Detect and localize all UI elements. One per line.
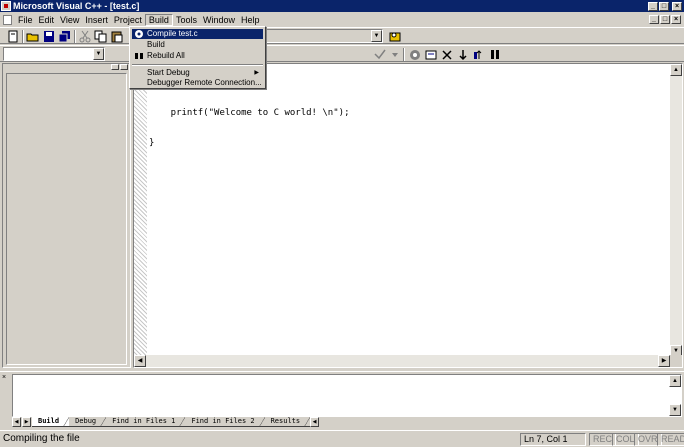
submenu-arrow-icon: ▶: [254, 70, 259, 76]
scroll-up-icon[interactable]: ▲: [669, 375, 681, 387]
menu-help[interactable]: Help: [238, 14, 263, 26]
copy-icon[interactable]: [94, 30, 108, 43]
horizontal-scrollbar[interactable]: ◀ ▶: [134, 355, 670, 367]
status-bar: Compiling the file Ln 7, Col 1 REC COL O…: [0, 430, 684, 447]
find-combo[interactable]: ▼: [250, 29, 383, 43]
paste-icon[interactable]: [110, 30, 124, 43]
tab-scroll-icon[interactable]: ◀: [310, 417, 320, 427]
output-tabs: ◀ ▶ Build Debug Find in Files 1 Find in …: [12, 417, 320, 428]
dropdown-arrow-icon[interactable]: [388, 48, 402, 61]
menu-compile-label: Compile test.c: [147, 29, 198, 38]
scroll-corner: [670, 355, 682, 367]
wizard-action-icon[interactable]: [373, 48, 387, 61]
new-file-icon[interactable]: [6, 30, 20, 43]
compile-icon[interactable]: [408, 48, 422, 61]
menu-window[interactable]: Window: [200, 14, 238, 26]
build-menu-dropdown: Compile test.c Build Rebuild All Start D…: [129, 26, 266, 89]
document-icon[interactable]: [3, 14, 12, 25]
menu-build-label: Build: [147, 40, 165, 49]
save-all-icon[interactable]: [58, 30, 72, 43]
close-button[interactable]: ×: [672, 1, 682, 11]
workspace-close-button[interactable]: [120, 64, 128, 70]
menu-tools[interactable]: Tools: [173, 14, 200, 26]
doc-restore-button[interactable]: □: [660, 15, 670, 24]
execute-icon[interactable]: [456, 48, 470, 61]
cut-icon[interactable]: [78, 30, 92, 43]
workspace-panel: [2, 63, 131, 368]
close-icon[interactable]: ×: [2, 374, 10, 381]
menu-edit[interactable]: Edit: [36, 14, 58, 26]
title-bar: Microsoft Visual C++ - [test.c] _ □ ×: [0, 0, 684, 12]
toolbar-separator: [22, 30, 24, 43]
toolbar-separator: [403, 48, 405, 61]
workspace-restore-button[interactable]: [111, 64, 119, 70]
status-read: READ: [657, 433, 684, 446]
find-in-files-icon[interactable]: [388, 30, 402, 43]
code-line[interactable]: printf("Welcome to C world! \n");: [149, 108, 350, 118]
workspace-tree[interactable]: [6, 73, 127, 365]
menu-debugger-remote-label: Debugger Remote Connection...: [147, 78, 262, 87]
output-grip[interactable]: ×: [2, 374, 10, 424]
standard-toolbar: ▼: [0, 27, 684, 44]
code-editor[interactable]: printf("Welcome to C world! \n"); } ▲ ▼ …: [133, 63, 683, 368]
compile-icon: [134, 29, 144, 39]
scroll-left-icon[interactable]: ◀: [134, 355, 146, 367]
tab-scroll-right-icon[interactable]: ▶: [22, 417, 31, 427]
stop-build-icon[interactable]: [440, 48, 454, 61]
menu-separator: [132, 64, 263, 66]
menu-start-debug[interactable]: Start Debug ▶: [132, 68, 263, 78]
scroll-right-icon[interactable]: ▶: [658, 355, 670, 367]
rebuild-icon: [134, 51, 144, 61]
go-icon[interactable]: [472, 48, 486, 61]
menu-debugger-remote[interactable]: Debugger Remote Connection...: [132, 78, 263, 88]
breakpoint-icon[interactable]: [488, 48, 502, 61]
doc-close-button[interactable]: ×: [671, 15, 681, 24]
minimize-button[interactable]: _: [648, 1, 658, 11]
status-message: Compiling the file: [3, 433, 80, 444]
toolbar-separator: [74, 30, 76, 43]
menu-bar: File Edit View Insert Project Build Tool…: [0, 13, 684, 26]
output-panel: × ▲ ▼ ◀ ▶ Build Debug Find in Files 1 Fi…: [0, 371, 684, 428]
open-folder-icon[interactable]: [26, 30, 40, 43]
chevron-down-icon[interactable]: ▼: [371, 30, 382, 42]
cursor-position: Ln 7, Col 1: [520, 433, 586, 446]
menu-rebuild-all[interactable]: Rebuild All: [132, 51, 263, 61]
menu-build[interactable]: Build: [144, 13, 173, 26]
menu-insert[interactable]: Insert: [82, 14, 111, 26]
doc-minimize-button[interactable]: _: [649, 15, 659, 24]
class-combo[interactable]: ▼: [3, 47, 105, 61]
menu-view[interactable]: View: [57, 14, 82, 26]
menu-build-item[interactable]: Build: [132, 40, 263, 50]
output-text-area[interactable]: ▲ ▼: [12, 374, 682, 417]
menu-rebuild-label: Rebuild All: [147, 51, 185, 60]
tab-scroll-left-icon[interactable]: ◀: [12, 417, 21, 427]
tab-build[interactable]: Build: [32, 417, 70, 427]
tab-find-in-files-2[interactable]: Find in Files 2: [185, 417, 265, 427]
scroll-down-icon[interactable]: ▼: [669, 404, 681, 416]
tab-find-in-files-1[interactable]: Find in Files 1: [106, 417, 186, 427]
menu-file[interactable]: File: [15, 14, 36, 26]
maximize-button[interactable]: □: [659, 1, 669, 11]
app-icon: [1, 1, 11, 11]
scroll-up-icon[interactable]: ▲: [670, 64, 682, 76]
save-icon[interactable]: [42, 30, 56, 43]
window-title: Microsoft Visual C++ - [test.c]: [13, 1, 140, 11]
wizardbar-toolbar: ▼: [0, 45, 684, 62]
code-text[interactable]: printf("Welcome to C world! \n"); }: [149, 88, 349, 168]
vertical-scrollbar[interactable]: ▲ ▼: [670, 64, 682, 357]
tab-results[interactable]: Results: [264, 417, 311, 427]
build-icon[interactable]: [424, 48, 438, 61]
chevron-down-icon[interactable]: ▼: [93, 48, 104, 60]
menu-project[interactable]: Project: [111, 14, 145, 26]
code-line[interactable]: }: [149, 138, 349, 148]
tab-debug[interactable]: Debug: [69, 417, 107, 427]
menu-start-debug-label: Start Debug: [147, 68, 190, 77]
editor-gutter[interactable]: [134, 64, 147, 357]
menu-compile[interactable]: Compile test.c: [132, 29, 263, 39]
